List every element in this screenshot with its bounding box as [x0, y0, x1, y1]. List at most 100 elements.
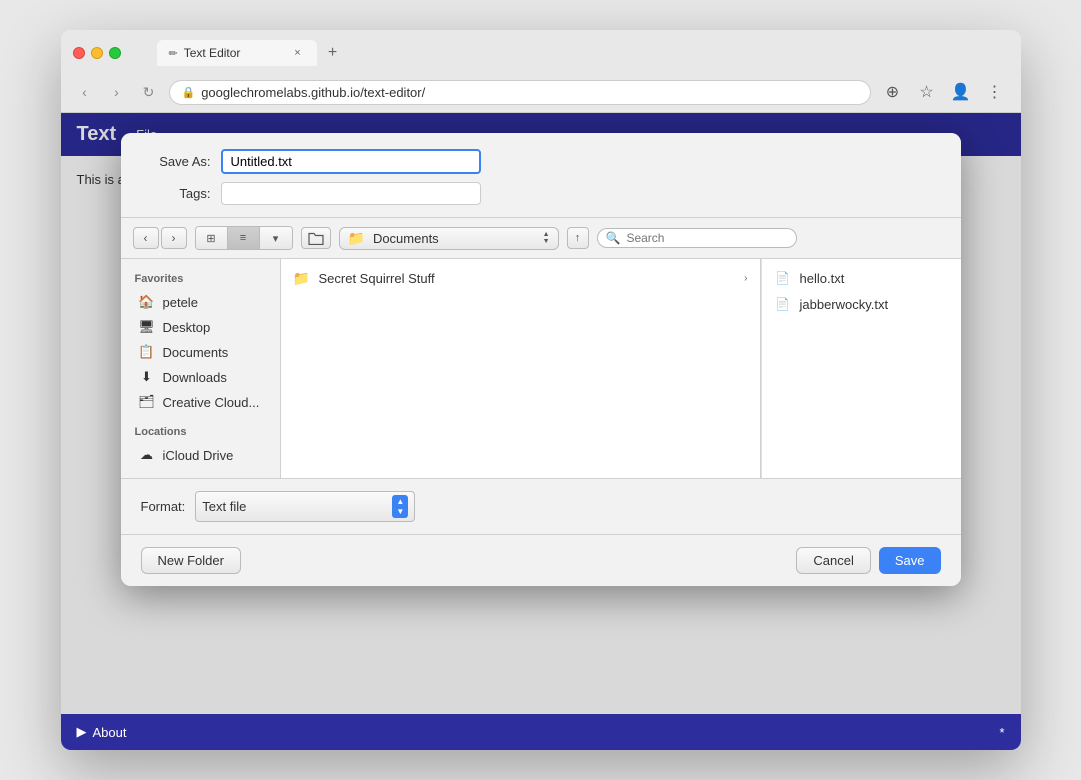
file-item-hello-label: hello.txt	[800, 271, 845, 286]
file-forward-button[interactable]: ›	[161, 227, 187, 249]
save-as-field: Save As:	[141, 149, 941, 174]
browser-bottom: ▶ About *	[61, 714, 1021, 750]
format-select[interactable]: Text file ▲ ▼	[195, 491, 415, 522]
icloud-icon: ☁	[139, 447, 155, 463]
expand-arrow-icon: ›	[744, 273, 747, 284]
dialog-header: Save As: Tags:	[121, 133, 961, 218]
file-back-button[interactable]: ‹	[133, 227, 159, 249]
sidebar-item-creative-cloud-label: Creative Cloud...	[163, 395, 260, 410]
tags-field: Tags:	[141, 182, 941, 205]
sidebar-item-petele-label: petele	[163, 295, 198, 310]
cancel-button[interactable]: Cancel	[796, 547, 870, 574]
sidebar-item-downloads[interactable]: ⬇ Downloads	[125, 365, 276, 389]
sidebar-item-creative-cloud[interactable]: 🗂 Creative Cloud...	[125, 390, 276, 414]
sidebar-item-petele[interactable]: 🏠 petele	[125, 290, 276, 314]
location-name: Documents	[373, 231, 535, 246]
search-box[interactable]: 🔍	[597, 228, 797, 248]
minimize-traffic-light[interactable]	[91, 47, 103, 59]
search-icon: 🔍	[606, 231, 621, 245]
sidebar-item-documents-label: Documents	[163, 345, 229, 360]
creative-cloud-icon: 🗂	[139, 394, 155, 410]
format-arrows-icon: ▲ ▼	[392, 495, 408, 518]
lock-icon: 🔒	[182, 86, 196, 99]
tags-input[interactable]	[221, 182, 481, 205]
more-button[interactable]: ⋮	[981, 78, 1009, 106]
url-text: googlechromelabs.github.io/text-editor/	[201, 85, 425, 100]
forward-button[interactable]: ›	[105, 80, 129, 104]
about-toggle[interactable]: ▶ About	[77, 724, 127, 740]
location-dropdown[interactable]: 📁 Documents ▲ ▼	[339, 227, 559, 250]
new-tab-button[interactable]: +	[321, 41, 345, 65]
home-icon: 🏠	[139, 294, 155, 310]
file-item-hello[interactable]: 📄 hello.txt	[762, 265, 961, 291]
back-button[interactable]: ‹	[73, 80, 97, 104]
traffic-lights	[73, 47, 121, 59]
footer-right: Cancel Save	[796, 547, 940, 574]
location-arrows: ▲ ▼	[543, 231, 550, 245]
star-button[interactable]: ☆	[913, 78, 941, 106]
browser-window: ✏ Text Editor × + ‹ › ↻ 🔒 googlechromela…	[61, 30, 1021, 750]
tags-label: Tags:	[141, 186, 211, 201]
downloads-icon: ⬇	[139, 369, 155, 385]
favorites-label: Favorites	[121, 269, 280, 289]
locations-label: Locations	[121, 422, 280, 442]
txt-file-icon-hello: 📄	[774, 269, 792, 287]
dialog-footer: New Folder Cancel Save	[121, 535, 961, 586]
page-content: Text File This is a n Save As: Tags:	[61, 113, 1021, 714]
tab-title: Text Editor	[184, 46, 241, 60]
sidebar-item-desktop-label: Desktop	[163, 320, 211, 335]
location-folder-icon: 📁	[348, 230, 365, 247]
file-item-jabberwocky[interactable]: 📄 jabberwocky.txt	[762, 291, 961, 317]
file-toolbar: ‹ › ⊞ ≡ ▾ 📁 Docum	[121, 218, 961, 259]
maximize-traffic-light[interactable]	[109, 47, 121, 59]
sidebar-item-desktop[interactable]: 🖥 Desktop	[125, 315, 276, 339]
txt-file-icon-jabberwocky: 📄	[774, 295, 792, 313]
browser-titlebar: ✏ Text Editor × +	[61, 30, 1021, 72]
new-folder-toolbar-button[interactable]	[301, 227, 331, 249]
sidebar-item-icloud-label: iCloud Drive	[163, 448, 234, 463]
address-bar[interactable]: 🔒 googlechromelabs.github.io/text-editor…	[169, 80, 871, 105]
file-item-secret-squirrel[interactable]: 📁 Secret Squirrel Stuff ›	[281, 265, 760, 291]
save-button[interactable]: Save	[879, 547, 941, 574]
documents-icon: 📋	[139, 344, 155, 360]
save-as-input[interactable]	[221, 149, 481, 174]
about-star: *	[999, 725, 1004, 740]
about-label: About	[93, 725, 127, 740]
file-item-label: Secret Squirrel Stuff	[319, 271, 435, 286]
profile-circle-button[interactable]: ⊕	[879, 78, 907, 106]
folder-icon: 📁	[293, 269, 311, 287]
desktop-icon: 🖥	[139, 319, 155, 335]
file-sublist: 📄 hello.txt 📄 jabberwocky.txt	[761, 259, 961, 478]
view-dropdown-button[interactable]: ▾	[260, 227, 292, 249]
tab-bar: ✏ Text Editor × +	[149, 40, 353, 66]
sidebar-item-icloud[interactable]: ☁ iCloud Drive	[125, 443, 276, 467]
about-arrow-icon: ▶	[77, 724, 87, 740]
browser-tab[interactable]: ✏ Text Editor ×	[157, 40, 317, 66]
expand-button[interactable]: ↑	[567, 227, 589, 249]
file-list: 📁 Secret Squirrel Stuff ›	[281, 259, 760, 478]
browser-toolbar: ‹ › ↻ 🔒 googlechromelabs.github.io/text-…	[61, 72, 1021, 112]
sidebar: Favorites 🏠 petele 🖥 Desktop 📋 Documents	[121, 259, 281, 478]
format-value: Text file	[202, 499, 384, 514]
file-nav-group: ‹ ›	[133, 227, 187, 249]
file-item-jabberwocky-label: jabberwocky.txt	[800, 297, 889, 312]
tab-close-button[interactable]: ×	[291, 46, 305, 60]
icon-view-button[interactable]: ⊞	[196, 227, 228, 249]
format-label: Format:	[141, 499, 186, 514]
close-traffic-light[interactable]	[73, 47, 85, 59]
list-view-button[interactable]: ≡	[228, 227, 260, 249]
dialog-overlay: Save As: Tags: ‹ › ⊞	[61, 113, 1021, 714]
view-toggle: ⊞ ≡ ▾	[195, 226, 293, 250]
browser-chrome: ✏ Text Editor × + ‹ › ↻ 🔒 googlechromela…	[61, 30, 1021, 113]
search-input[interactable]	[626, 231, 776, 245]
new-folder-button[interactable]: New Folder	[141, 547, 241, 574]
sidebar-item-downloads-label: Downloads	[163, 370, 227, 385]
save-dialog: Save As: Tags: ‹ › ⊞	[121, 133, 961, 586]
browser-actions: ⊕ ☆ 👤 ⋮	[879, 78, 1009, 106]
reload-button[interactable]: ↻	[137, 80, 161, 104]
dialog-format: Format: Text file ▲ ▼	[121, 479, 961, 535]
tab-icon: ✏	[169, 47, 178, 60]
profile-button[interactable]: 👤	[947, 78, 975, 106]
save-as-label: Save As:	[141, 154, 211, 169]
sidebar-item-documents[interactable]: 📋 Documents	[125, 340, 276, 364]
